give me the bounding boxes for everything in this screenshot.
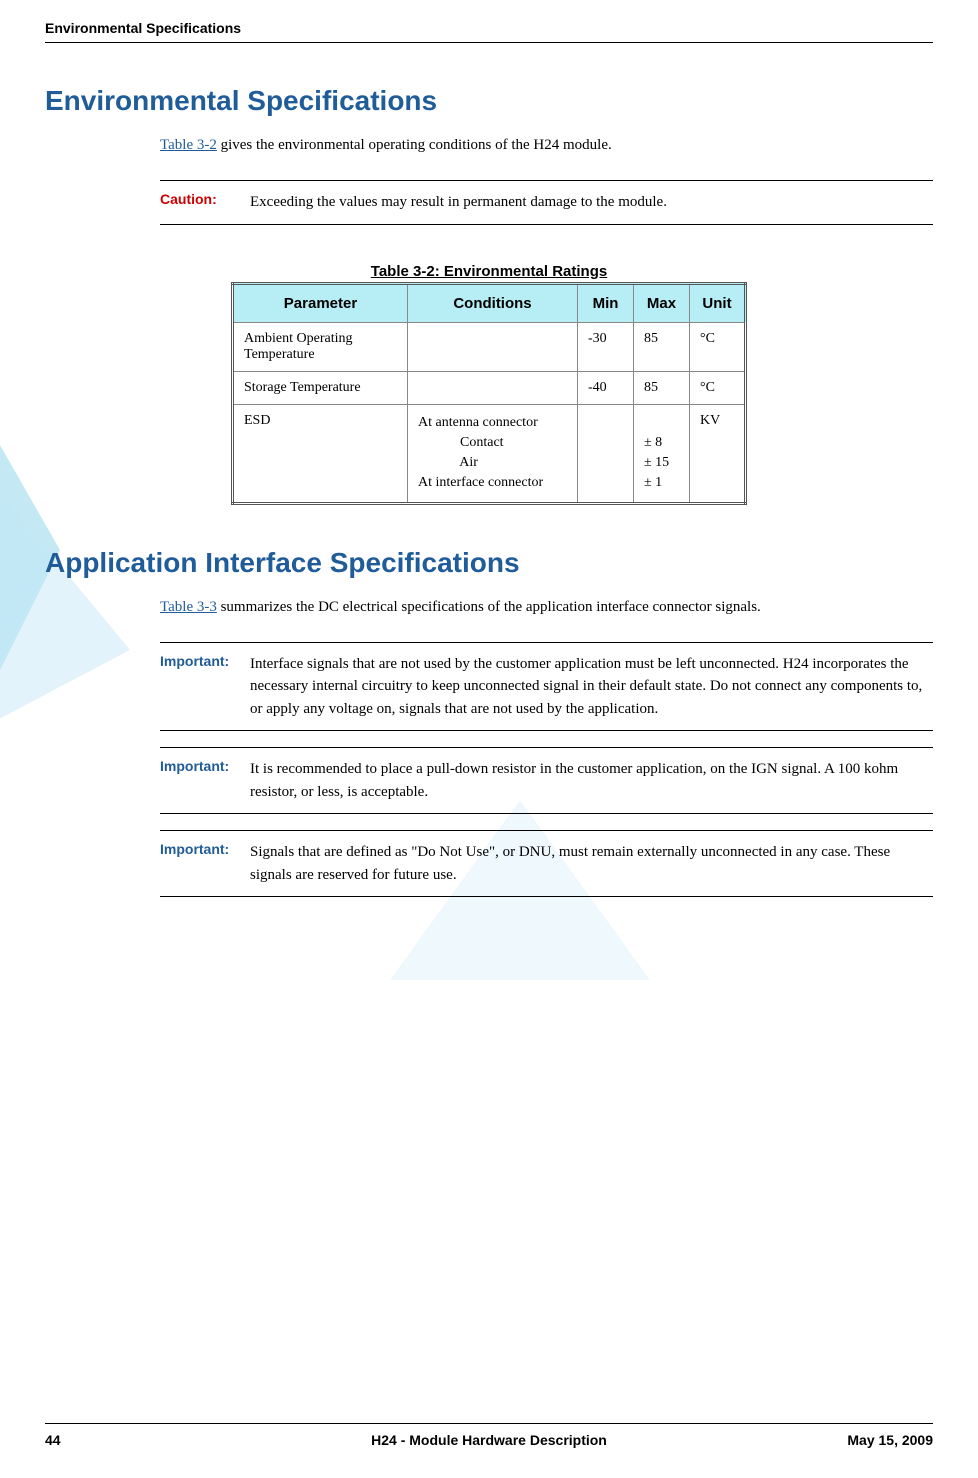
important-text-2: It is recommended to place a pull-down r… (250, 758, 933, 803)
caution-block: Caution: Exceeding the values may result… (160, 180, 933, 225)
cell-min (578, 404, 634, 503)
th-parameter: Parameter (233, 283, 408, 322)
important-text-1: Interface signals that are not used by t… (250, 653, 933, 721)
env-specs-intro: Table 3-2 gives the environmental operat… (160, 137, 933, 154)
cell-cond (408, 322, 578, 371)
th-min: Min (578, 283, 634, 322)
table-3-3-link[interactable]: Table 3-3 (160, 599, 217, 615)
cell-max: 85 (634, 371, 690, 404)
app-interface-intro: Table 3-3 summarizes the DC electrical s… (160, 599, 933, 616)
important-label: Important: (160, 841, 250, 857)
important-label: Important: (160, 653, 250, 669)
important-label: Important: (160, 758, 250, 774)
footer-date: May 15, 2009 (847, 1432, 933, 1448)
cell-min: -30 (578, 322, 634, 371)
table-row: Ambient Operating Temperature -30 85 °C (233, 322, 746, 371)
important-text-3: Signals that are defined as "Do Not Use"… (250, 841, 933, 886)
table-header-row: Parameter Conditions Min Max Unit (233, 283, 746, 322)
cell-min: -40 (578, 371, 634, 404)
table-title: Table 3-2: Environmental Ratings (45, 263, 933, 280)
section-heading-env-specs: Environmental Specifications (45, 85, 933, 117)
important-block-2: Important: It is recommended to place a … (160, 747, 933, 814)
cell-unit: °C (690, 322, 746, 371)
cell-cond (408, 371, 578, 404)
section-heading-app-interface: Application Interface Specifications (45, 547, 933, 579)
running-header: Environmental Specifications (45, 20, 933, 43)
footer-page-number: 44 (45, 1432, 61, 1448)
th-max: Max (634, 283, 690, 322)
th-conditions: Conditions (408, 283, 578, 322)
cell-param: ESD (233, 404, 408, 503)
table-row: ESD At antenna connector Contact Air At … (233, 404, 746, 503)
cell-param: Ambient Operating Temperature (233, 322, 408, 371)
page-footer: 44 H24 - Module Hardware Description May… (45, 1423, 933, 1448)
cell-unit: °C (690, 371, 746, 404)
table-row: Storage Temperature -40 85 °C (233, 371, 746, 404)
cell-cond: At antenna connector Contact Air At inte… (408, 404, 578, 503)
table-3-2-link[interactable]: Table 3-2 (160, 137, 217, 153)
important-block-3: Important: Signals that are defined as "… (160, 830, 933, 897)
intro-text-2: summarizes the DC electrical specificati… (217, 599, 761, 615)
footer-title: H24 - Module Hardware Description (45, 1432, 933, 1448)
important-block-1: Important: Interface signals that are no… (160, 642, 933, 732)
th-unit: Unit (690, 283, 746, 322)
cell-param: Storage Temperature (233, 371, 408, 404)
caution-text: Exceeding the values may result in perma… (250, 191, 933, 214)
environmental-ratings-table: Parameter Conditions Min Max Unit Ambien… (231, 282, 747, 505)
caution-label: Caution: (160, 191, 250, 207)
cell-max: ± 8 ± 15 ± 1 (634, 404, 690, 503)
cell-max: 85 (634, 322, 690, 371)
cell-unit: KV (690, 404, 746, 503)
intro-text: gives the environmental operating condit… (217, 137, 612, 153)
